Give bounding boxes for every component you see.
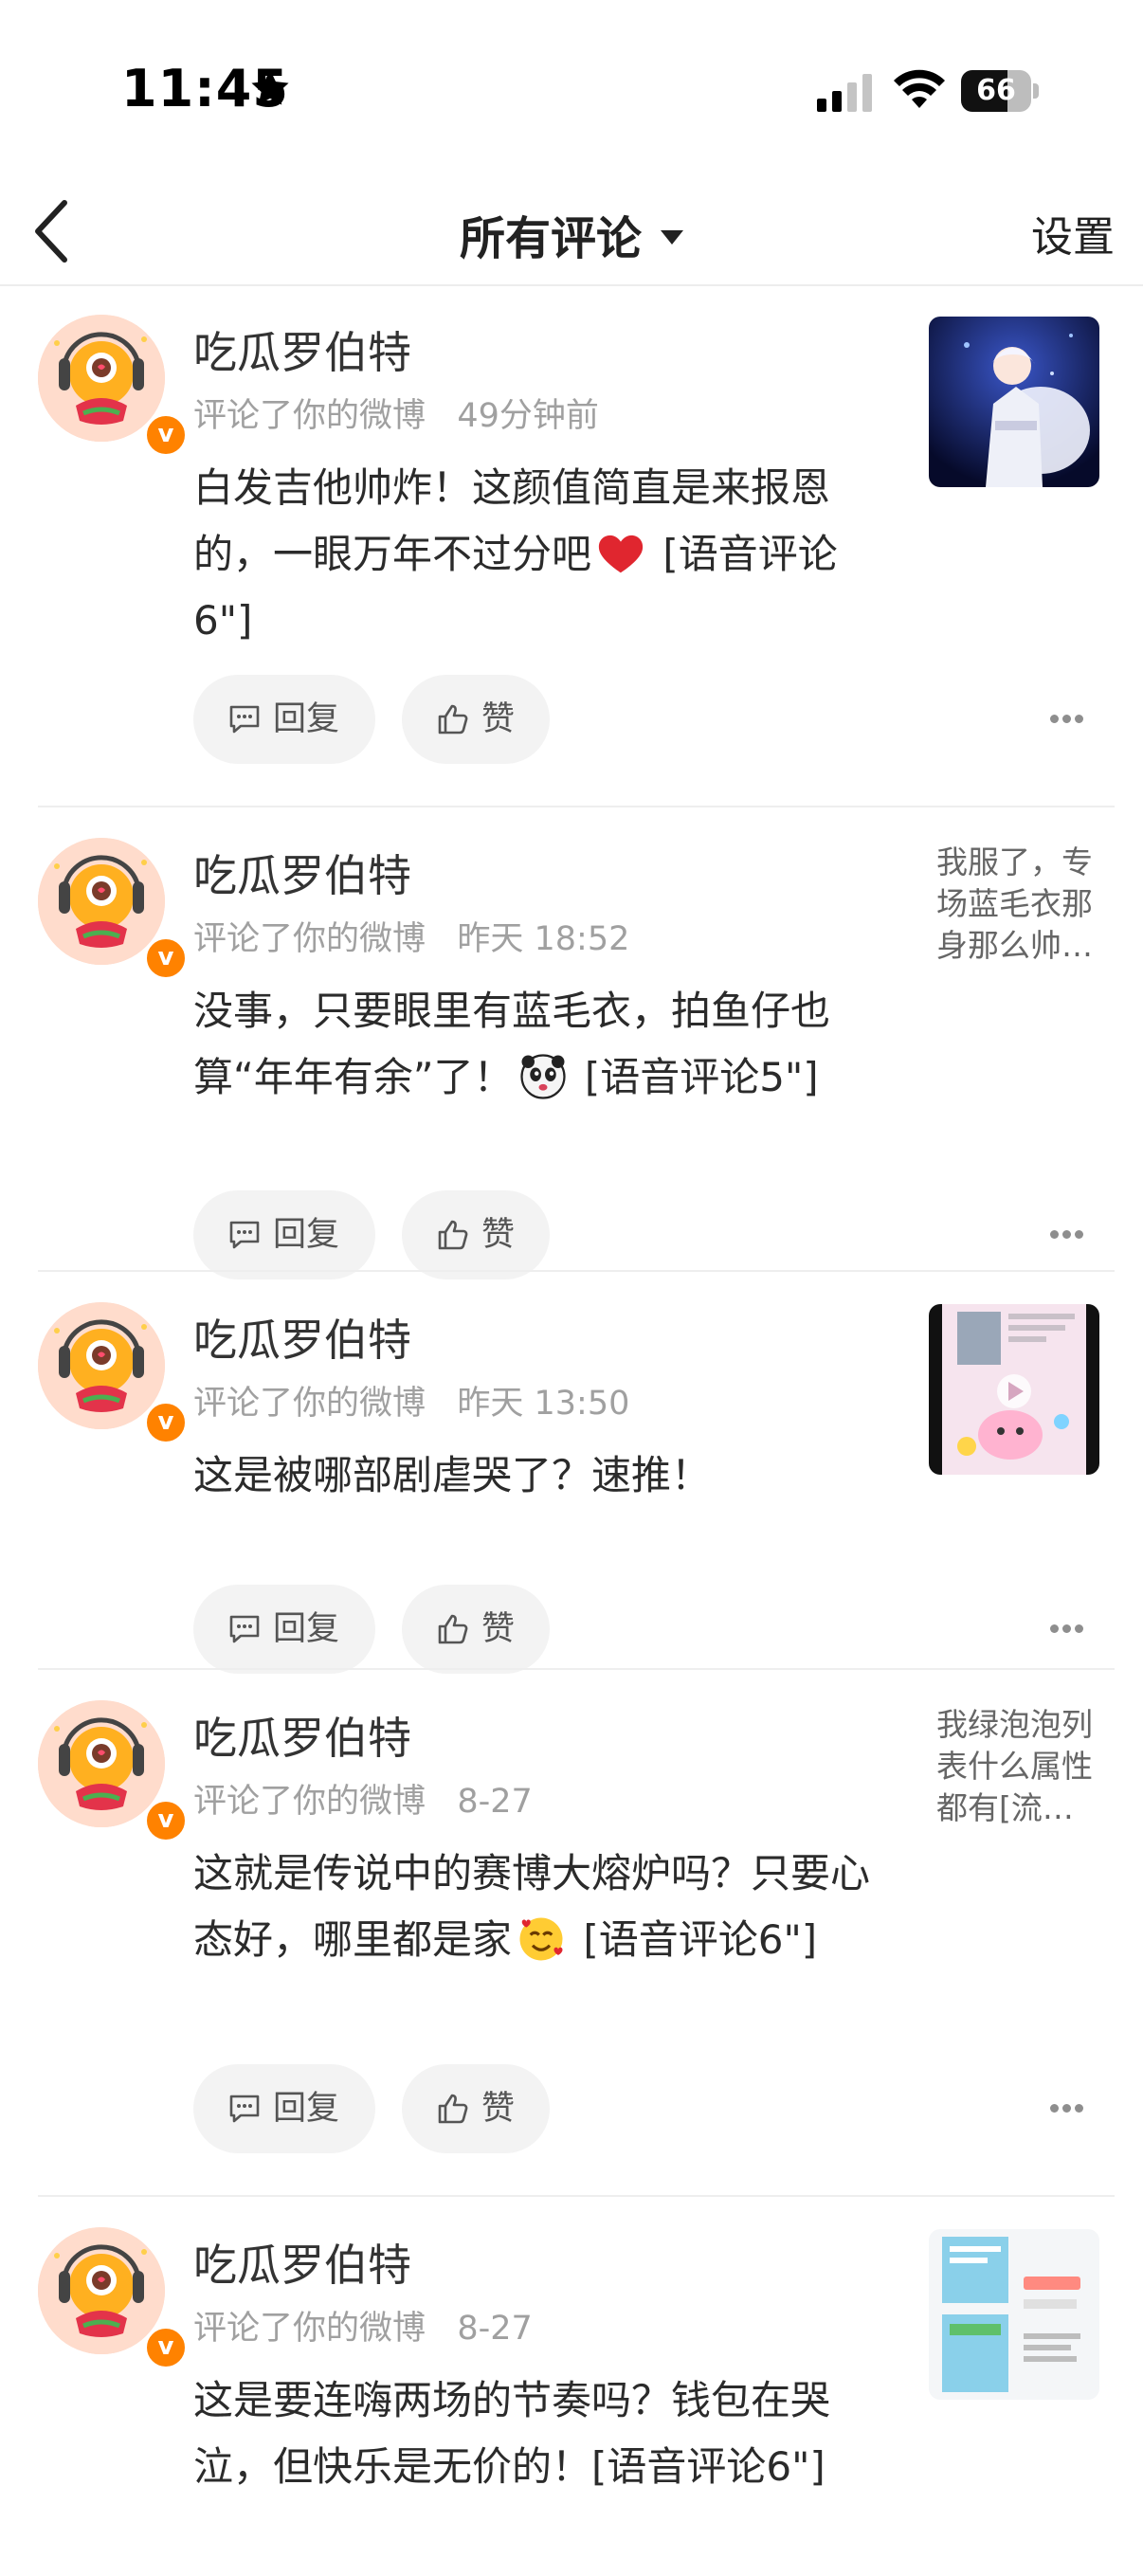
- avatar[interactable]: v: [38, 1700, 188, 1842]
- post-preview-image[interactable]: [929, 317, 1099, 487]
- status-bar: 11:45 66: [0, 0, 1143, 180]
- page-title: 所有评论: [459, 212, 642, 265]
- reply-button[interactable]: 回复: [193, 1585, 375, 1674]
- avatar-image: [38, 1700, 165, 1827]
- comment-meta: 评论了你的微博 8-27: [193, 1783, 533, 1821]
- comment-item[interactable]: v 吃瓜罗伯特 评论了你的微博 昨天 18:52 没事，只要眼里有蓝毛衣，拍鱼仔…: [0, 807, 1143, 1279]
- thumbs-up-icon: [438, 1220, 468, 1250]
- username[interactable]: 吃瓜罗伯特: [193, 2231, 411, 2294]
- battery-percent: 66: [976, 74, 1016, 107]
- comment-item[interactable]: v 吃瓜罗伯特 评论了你的微博 8-27 这是要连嗨两场的节奏吗？钱包在哭泣，但…: [0, 2197, 1143, 2576]
- comment-meta: 评论了你的微博 49分钟前: [193, 397, 599, 435]
- smiling-face-with-hearts-emoji-icon: [519, 1917, 563, 1960]
- avatar-image: [38, 2227, 165, 2354]
- panda-face-emoji-icon: [519, 1053, 566, 1099]
- more-options-icon[interactable]: [1050, 2104, 1084, 2113]
- avatar[interactable]: v: [38, 1302, 188, 1444]
- settings-button[interactable]: 设置: [1031, 203, 1115, 263]
- navigation-bar: 所有评论 设置: [0, 180, 1143, 286]
- comment-item[interactable]: v 吃瓜罗伯特 评论了你的微博 49分钟前 白发吉他帅炸！这颜值简直是来报恩的，…: [0, 284, 1143, 807]
- caret-down-icon: [661, 229, 683, 245]
- comment-item[interactable]: v 吃瓜罗伯特 评论了你的微博 昨天 13:50 这是被哪部剧虐哭了？速推！ 回…: [0, 1272, 1143, 1674]
- battery-indicator: 66: [961, 70, 1041, 112]
- like-button[interactable]: 赞: [402, 2064, 550, 2153]
- comment-bubble-icon: [229, 705, 260, 734]
- verified-badge-icon: v: [144, 413, 188, 457]
- reply-button[interactable]: 回复: [193, 1190, 375, 1279]
- thumbs-up-icon: [438, 1614, 468, 1644]
- thumbs-up-icon: [438, 704, 468, 735]
- comment-meta: 评论了你的微博 昨天 18:52: [193, 920, 630, 958]
- post-preview-image[interactable]: [929, 1304, 1099, 1475]
- red-heart-emoji-icon: [598, 535, 644, 572]
- username[interactable]: 吃瓜罗伯特: [193, 1306, 411, 1369]
- avatar[interactable]: v: [38, 838, 188, 980]
- star-icon: [251, 69, 289, 105]
- comment-text[interactable]: 这就是传说中的赛博大熔炉吗？只要心态好，哪里都是家 [语音评论6"]: [193, 1841, 885, 1973]
- post-preview-text[interactable]: 我绿泡泡列表什么属性都有[流…: [936, 1704, 1122, 1829]
- avatar-image: [38, 1302, 165, 1429]
- comment-item[interactable]: v 吃瓜罗伯特 评论了你的微博 8-27 这就是传说中的赛博大熔炉吗？只要心态好…: [0, 1670, 1143, 2197]
- comment-filter-dropdown[interactable]: 所有评论: [0, 201, 1143, 267]
- verified-badge-icon: v: [144, 2326, 188, 2369]
- comment-text[interactable]: 没事，只要眼里有蓝毛衣，拍鱼仔也算“年年有余”了！ [语音评论5"]: [193, 978, 885, 1111]
- comment-meta: 评论了你的微博 昨天 13:50: [193, 1385, 630, 1423]
- username[interactable]: 吃瓜罗伯特: [193, 1704, 411, 1767]
- verified-badge-icon: v: [144, 1799, 188, 1842]
- username[interactable]: 吃瓜罗伯特: [193, 318, 411, 381]
- avatar-image: [38, 838, 165, 965]
- avatar[interactable]: v: [38, 315, 188, 457]
- verified-badge-icon: v: [144, 936, 188, 980]
- cellular-signal-icon: [817, 74, 872, 112]
- thumbs-up-icon: [438, 2094, 468, 2124]
- comment-meta: 评论了你的微博 8-27: [193, 2310, 533, 2348]
- like-button[interactable]: 赞: [402, 1585, 550, 1674]
- verified-badge-icon: v: [144, 1401, 188, 1444]
- more-options-icon[interactable]: [1050, 715, 1084, 724]
- reply-button[interactable]: 回复: [193, 2064, 375, 2153]
- comment-text[interactable]: 这是被哪部剧虐哭了？速推！: [193, 1442, 885, 1509]
- username[interactable]: 吃瓜罗伯特: [193, 842, 411, 904]
- comment-text[interactable]: 这是要连嗨两场的节奏吗？钱包在哭泣，但快乐是无价的！[语音评论6"]: [193, 2367, 885, 2500]
- more-options-icon[interactable]: [1050, 1230, 1084, 1240]
- more-options-icon[interactable]: [1050, 1624, 1084, 1634]
- comment-list: v 吃瓜罗伯特 评论了你的微博 49分钟前 白发吉他帅炸！这颜值简直是来报恩的，…: [0, 284, 1143, 2576]
- comment-bubble-icon: [229, 1221, 260, 1249]
- wifi-icon: [894, 69, 945, 108]
- like-button[interactable]: 赞: [402, 675, 550, 764]
- like-button[interactable]: 赞: [402, 1190, 550, 1279]
- comment-bubble-icon: [229, 1615, 260, 1643]
- comment-text[interactable]: 白发吉他帅炸！这颜值简直是来报恩的，一眼万年不过分吧 [语音评论6"]: [193, 455, 885, 654]
- comment-bubble-icon: [229, 2095, 260, 2123]
- avatar-image: [38, 315, 165, 442]
- avatar[interactable]: v: [38, 2227, 188, 2369]
- post-preview-text[interactable]: 我服了，专场蓝毛衣那身那么帅…: [936, 842, 1122, 967]
- post-preview-image[interactable]: [929, 2229, 1099, 2400]
- reply-button[interactable]: 回复: [193, 675, 375, 764]
